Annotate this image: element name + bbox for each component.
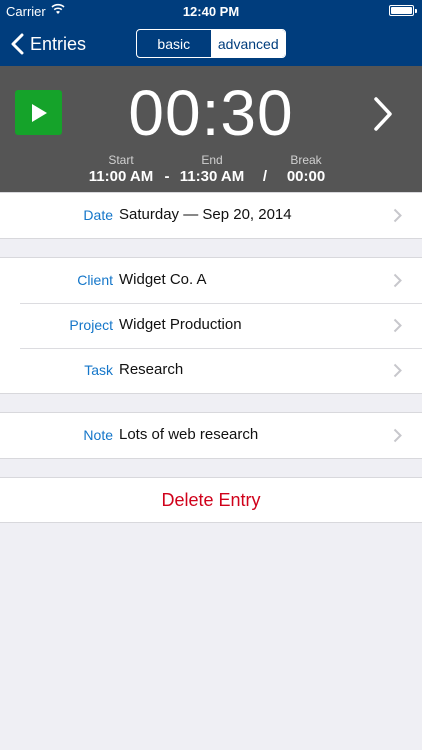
- chevron-right-icon: [393, 428, 402, 443]
- chevron-left-icon: [11, 33, 24, 55]
- chevron-right-icon: [393, 208, 402, 223]
- client-row[interactable]: Client Widget Co. A: [0, 258, 422, 303]
- date-row[interactable]: Date Saturday — Sep 20, 2014: [0, 193, 422, 238]
- delete-entry-button[interactable]: Delete Entry: [0, 478, 422, 522]
- note-label: Note: [83, 427, 113, 443]
- note-group: Note Lots of web research: [0, 412, 422, 459]
- note-row[interactable]: Note Lots of web research: [0, 413, 422, 458]
- chevron-right-icon[interactable]: [372, 96, 394, 132]
- project-label: Project: [69, 317, 113, 333]
- battery-icon: [389, 5, 417, 16]
- date-group: Date Saturday — Sep 20, 2014: [0, 192, 422, 239]
- start-time[interactable]: 11:00 AM: [86, 168, 156, 185]
- segment-advanced[interactable]: advanced: [211, 30, 285, 57]
- break-separator: /: [262, 168, 268, 185]
- break-label: Break: [290, 153, 322, 167]
- client-label: Client: [77, 272, 113, 288]
- details-group: Client Widget Co. A Project Widget Produ…: [0, 257, 422, 394]
- task-value: Research: [119, 361, 184, 378]
- chevron-right-icon: [393, 318, 402, 333]
- project-row[interactable]: Project Widget Production: [0, 303, 422, 348]
- status-bar: Carrier 12:40 PM: [0, 0, 422, 22]
- end-time[interactable]: 11:30 AM: [177, 168, 247, 185]
- task-row[interactable]: Task Research: [0, 348, 422, 393]
- end-label: End: [201, 153, 223, 167]
- delete-group: Delete Entry: [0, 477, 422, 523]
- back-button-label: Entries: [30, 33, 87, 54]
- status-time: 12:40 PM: [182, 4, 240, 19]
- chevron-right-icon: [393, 363, 402, 378]
- break-time[interactable]: 00:00: [278, 168, 334, 185]
- timer-panel: 00:30 Start 11:00 AM - End 11:30 AM / Br…: [0, 66, 422, 192]
- mode-segmented-control: basic advanced: [136, 29, 286, 58]
- elapsed-time: 00:30: [128, 77, 294, 149]
- chevron-right-icon: [393, 273, 402, 288]
- note-value: Lots of web research: [119, 426, 259, 443]
- back-button[interactable]: Entries: [10, 30, 86, 58]
- navigation-bar: Carrier 12:40 PM Entries basic advanced: [0, 0, 422, 66]
- client-value: Widget Co. A: [119, 271, 207, 288]
- time-separator: -: [164, 168, 170, 185]
- segment-basic[interactable]: basic: [137, 30, 212, 57]
- start-label: Start: [108, 153, 134, 167]
- task-label: Task: [84, 362, 113, 378]
- date-value: Saturday — Sep 20, 2014: [119, 206, 292, 223]
- project-value: Widget Production: [119, 316, 242, 333]
- date-label: Date: [83, 207, 113, 223]
